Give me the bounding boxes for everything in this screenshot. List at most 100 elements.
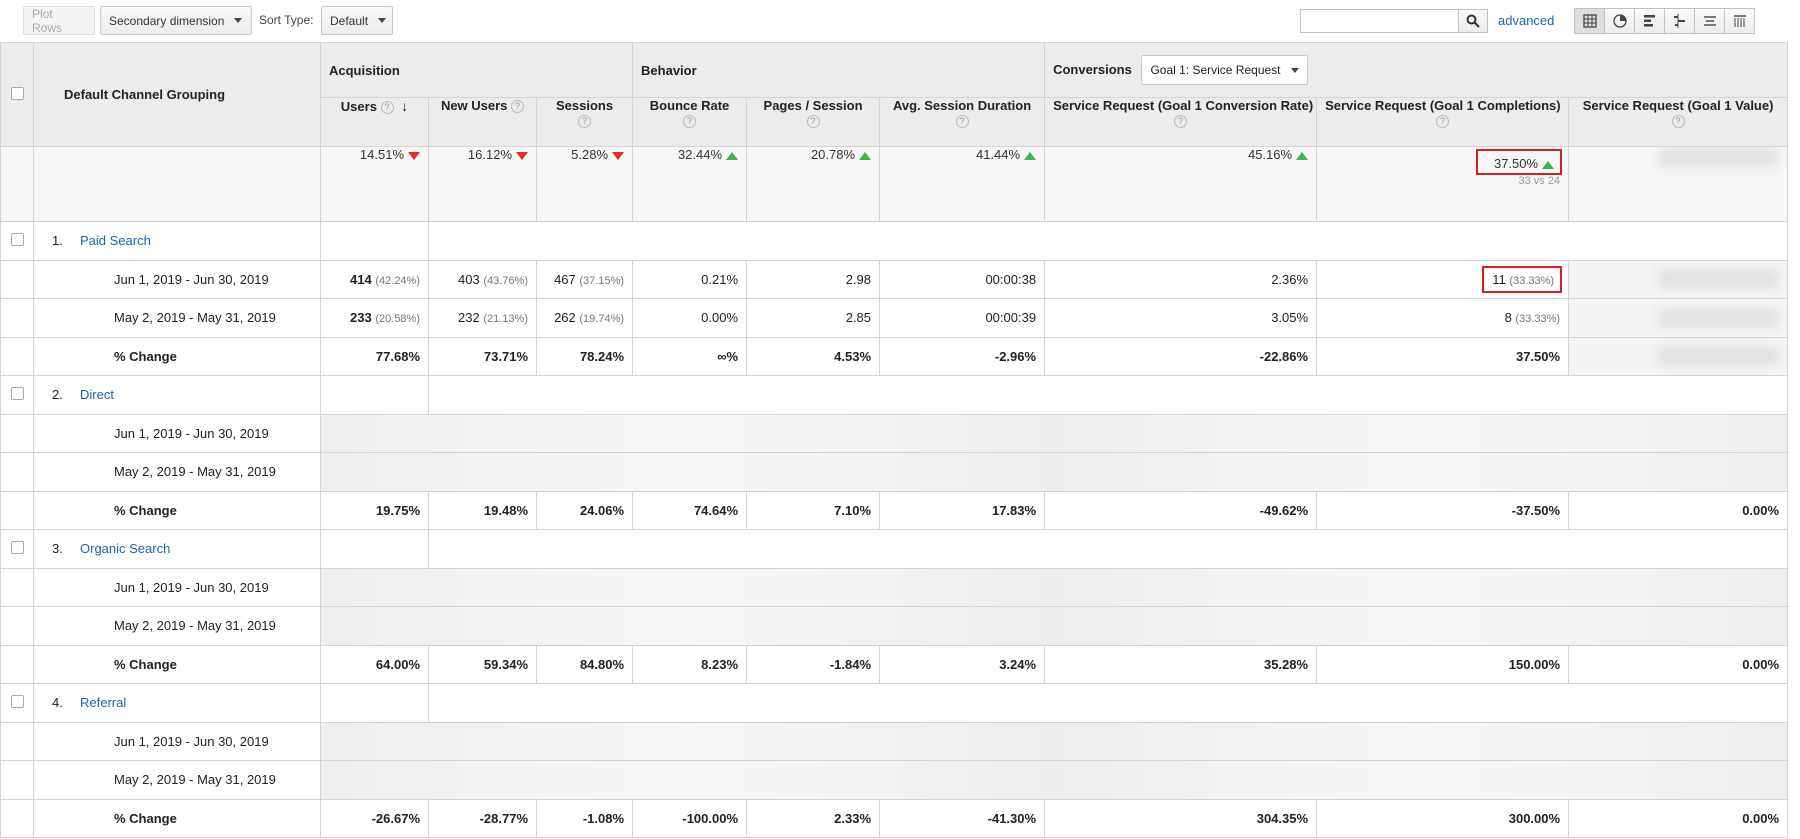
cell-goal1-completions: 8 (33.33%) [1316,298,1570,338]
row-spacer [0,798,34,838]
change-label: % Change [33,490,321,530]
change-goal1-completions: 300.00% [1316,798,1570,838]
grid-view-button[interactable] [1574,8,1605,34]
sort-type-value: Default [330,13,369,28]
col-header-goal1-value[interactable]: Service Request (Goal 1 Value)? [1568,97,1789,147]
row-checkbox[interactable] [10,540,24,554]
down-arrow-icon [408,151,420,160]
change-label: % Change [33,644,321,684]
change-avg-duration: -41.30% [879,798,1046,838]
report-table: Default Channel Grouping Acquisition Beh… [0,42,1789,838]
col-header-avg-duration[interactable]: Avg. Session Duration? [879,97,1046,147]
help-icon[interactable]: ? [511,100,525,114]
col-header-goal1-conv-rate[interactable]: Service Request (Goal 1 Conversion Rate)… [1044,97,1318,147]
report-toolbar: Plot Rows Secondary dimension Sort Type:… [0,0,1800,42]
col-header-bounce-rate[interactable]: Bounce Rate? [632,97,748,147]
col-header-users[interactable]: Users ? ↓ [320,97,429,147]
change-users: 64.00% [320,644,429,684]
completions-comparison: 33 vs 24 [1518,175,1561,187]
col-header-goal1-completions[interactable]: Service Request (Goal 1 Completions)? [1316,97,1570,147]
change-label: % Change [33,336,321,376]
help-icon[interactable]: ? [1671,115,1685,129]
search-button[interactable] [1458,9,1488,33]
row-spacer [0,760,34,800]
change-new-users: 59.34% [428,644,537,684]
cell-goal1-conv-rate: 2.36% [1044,259,1318,299]
select-all-checkbox[interactable] [10,86,24,100]
channel-link[interactable]: Organic Search [80,541,170,556]
change-goal1-completions: -37.50% [1316,490,1570,530]
row-checkbox-cell [0,683,34,723]
comparison-view-button[interactable] [1664,8,1695,34]
row-spacer [0,452,34,492]
row-checkbox[interactable] [10,232,24,246]
help-icon[interactable]: ? [806,115,820,129]
help-icon[interactable]: ? [1174,115,1188,129]
down-arrow-icon [516,151,528,160]
row-checkbox[interactable] [10,386,24,400]
summary-pages-session: 20.78% [746,146,881,222]
col-header-pages-session[interactable]: Pages / Session? [746,97,881,147]
pivot-view-button[interactable] [1724,8,1755,34]
row-spacer [0,644,34,684]
secondary-dimension-label: Secondary dimension [109,13,225,28]
table-row: Jun 1, 2019 - Jun 30, 2019 414 (42.24%) … [0,259,1789,299]
cell-bounce-rate: 0.21% [632,259,748,299]
behavior-header: Behavior [632,42,1046,98]
row-checkbox-cell [0,375,34,415]
up-arrow-icon [726,151,739,160]
row-spacer [0,721,34,761]
highlight-box: 11 (33.33%) [1482,265,1563,293]
change-row: % Change -26.67% -28.77% -1.08% -100.00%… [0,798,1789,838]
channel-spacer [427,375,1789,415]
help-icon[interactable]: ? [578,115,592,129]
channel-spacer [427,529,1789,569]
table-row: Jun 1, 2019 - Jun 30, 2019 [0,721,1789,761]
plot-rows-button[interactable]: Plot Rows [23,6,95,35]
change-goal1-value [1568,336,1789,376]
date-range-label: May 2, 2019 - May 31, 2019 [33,298,321,338]
bar-view-icon [1643,15,1655,27]
change-row: % Change 77.68% 73.71% 78.24% ∞% 4.53% -… [0,336,1789,376]
dimension-header[interactable]: Default Channel Grouping [33,42,321,147]
redacted-row [319,413,1789,453]
sort-type-dropdown[interactable]: Default [321,6,393,35]
channel-name-cell: 1. Paid Search [33,221,321,261]
change-goal1-value: 0.00% [1568,644,1789,684]
summary-bounce-rate: 32.44% [632,146,748,222]
term-cloud-button[interactable] [1694,8,1725,34]
row-spacer [0,413,34,453]
row-checkbox[interactable] [10,694,24,708]
pie-view-button[interactable] [1604,8,1635,34]
sort-down-arrow-icon: ↓ [401,98,409,115]
change-sessions: 78.24% [535,336,634,376]
channel-link[interactable]: Referral [80,695,126,710]
channel-spacer [427,221,1789,261]
date-range-label: May 2, 2019 - May 31, 2019 [33,452,321,492]
col-header-sessions[interactable]: Sessions? [535,97,634,147]
change-goal1-value: 0.00% [1568,798,1789,838]
help-icon[interactable]: ? [380,101,394,115]
secondary-dimension-dropdown[interactable]: Secondary dimension [100,6,252,35]
goal-select-dropdown[interactable]: Goal 1: Service Request [1141,55,1308,85]
channel-link[interactable]: Paid Search [80,233,151,248]
help-icon[interactable]: ? [683,115,697,129]
summary-sessions: 5.28% [535,146,634,222]
change-users: 77.68% [320,336,429,376]
help-icon[interactable]: ? [955,115,969,129]
up-arrow-icon [1542,160,1555,169]
col-header-new-users[interactable]: New Users ? [428,97,537,147]
channel-link[interactable]: Direct [80,387,114,402]
change-goal1-conv-rate: 304.35% [1044,798,1318,838]
cell-goal1-value [1568,259,1789,299]
channel-index: 2. [52,387,63,403]
table-row: Jun 1, 2019 - Jun 30, 2019 [0,413,1789,453]
row-spacer [0,259,34,299]
advanced-filter-link[interactable]: advanced [1498,13,1554,28]
help-icon[interactable]: ? [1436,115,1450,129]
plot-rows-label: Plot Rows [32,6,63,35]
bar-view-button[interactable] [1634,8,1665,34]
comparison-view-icon [1673,14,1685,28]
down-arrow-icon [612,151,625,160]
redacted-value [1657,147,1780,167]
